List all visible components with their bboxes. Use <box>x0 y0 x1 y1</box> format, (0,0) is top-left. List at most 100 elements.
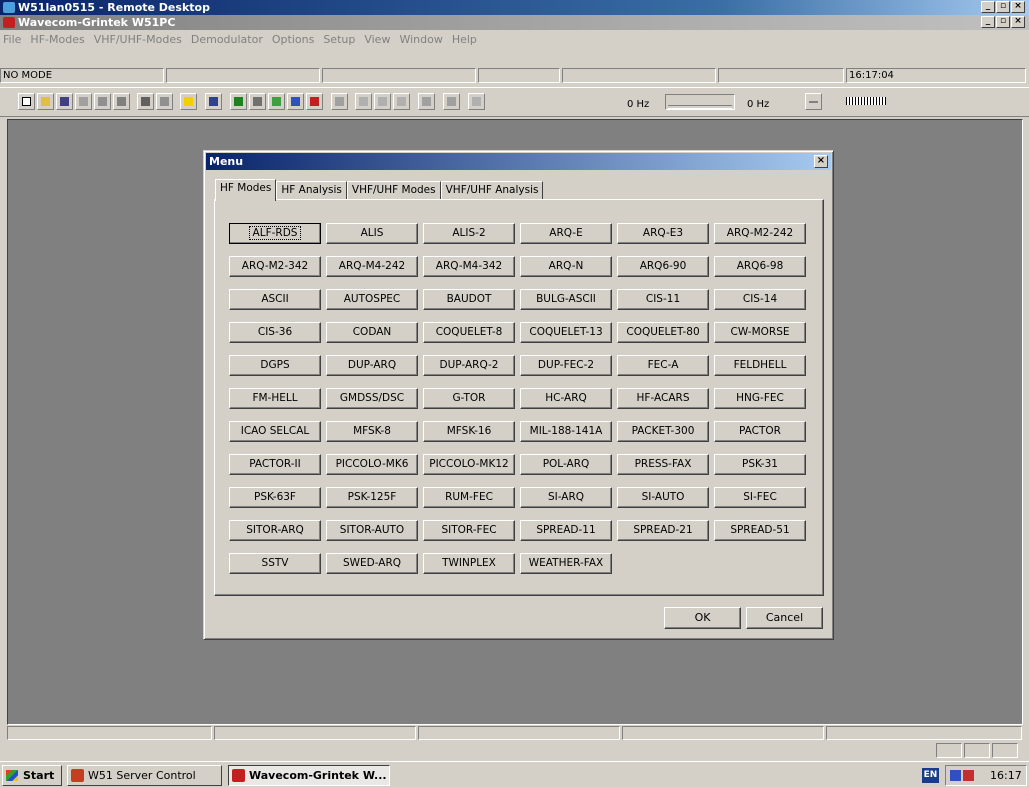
mode-button[interactable]: COQUELET-13 <box>520 322 612 343</box>
mode-button[interactable]: SWED-ARQ <box>326 553 418 574</box>
mode-button[interactable]: BAUDOT <box>423 289 515 310</box>
io-button[interactable] <box>249 93 266 110</box>
language-indicator[interactable]: EN <box>922 768 939 783</box>
mode-button[interactable]: ARQ-N <box>520 256 612 277</box>
mode-button[interactable]: CIS-14 <box>714 289 806 310</box>
minimize-icon[interactable]: _ <box>981 1 995 13</box>
mode-button[interactable]: BULG-ASCII <box>520 289 612 310</box>
tab-hf-analysis[interactable]: HF Analysis <box>276 181 347 200</box>
menu-demodulator[interactable]: Demodulator <box>191 33 263 46</box>
restore-icon[interactable]: ▫ <box>996 1 1010 13</box>
menu-help[interactable]: Help <box>452 33 477 46</box>
menu-options[interactable]: Options <box>272 33 314 46</box>
mode-button[interactable]: SPREAD-11 <box>520 520 612 541</box>
mode-button[interactable]: ARQ6-90 <box>617 256 709 277</box>
mode-button[interactable]: ARQ-M2-342 <box>229 256 321 277</box>
mode-button[interactable]: PACTOR-II <box>229 454 321 475</box>
tab-hf-modes[interactable]: HF Modes <box>215 179 277 201</box>
zoom-in-button[interactable] <box>374 93 391 110</box>
mode-button[interactable]: DUP-ARQ-2 <box>423 355 515 376</box>
mode-button[interactable]: DGPS <box>229 355 321 376</box>
mode-button[interactable]: POL-ARQ <box>520 454 612 475</box>
menu-view[interactable]: View <box>364 33 390 46</box>
mode-button[interactable]: PICCOLO-MK6 <box>326 454 418 475</box>
mode-button[interactable]: ARQ6-98 <box>714 256 806 277</box>
mode-button[interactable]: HC-ARQ <box>520 388 612 409</box>
dialog-close-icon[interactable]: × <box>814 155 828 168</box>
mode-button[interactable]: PACTOR <box>714 421 806 442</box>
mode-button[interactable]: MFSK-16 <box>423 421 515 442</box>
tool-button[interactable] <box>287 93 304 110</box>
mode-button[interactable]: ASCII <box>229 289 321 310</box>
mode-button[interactable]: FM-HELL <box>229 388 321 409</box>
save-button[interactable] <box>56 93 73 110</box>
display-button[interactable] <box>230 93 247 110</box>
ok-button[interactable]: OK <box>664 607 741 629</box>
mode-button[interactable]: ARQ-M4-242 <box>326 256 418 277</box>
mode-button[interactable]: SI-AUTO <box>617 487 709 508</box>
mode-button[interactable]: TWINPLEX <box>423 553 515 574</box>
print-button[interactable] <box>113 93 130 110</box>
menu-vhf-uhf-modes[interactable]: VHF/UHF-Modes <box>94 33 182 46</box>
waterfall-button[interactable] <box>355 93 372 110</box>
mode-button[interactable]: WEATHER-FAX <box>520 553 612 574</box>
help-button[interactable] <box>180 93 197 110</box>
marker-button[interactable] <box>418 93 435 110</box>
app-restore-icon[interactable]: ▫ <box>996 16 1010 28</box>
mode-button[interactable]: ALIS <box>326 223 418 244</box>
bars-button[interactable] <box>306 93 323 110</box>
mode-button[interactable]: SITOR-ARQ <box>229 520 321 541</box>
mode-button[interactable]: ARQ-M2-242 <box>714 223 806 244</box>
mode-button[interactable]: ICAO SELCAL <box>229 421 321 442</box>
menu-setup[interactable]: Setup <box>323 33 355 46</box>
close-icon[interactable]: × <box>1011 1 1025 13</box>
list-button[interactable] <box>205 93 222 110</box>
mode-button[interactable]: PICCOLO-MK12 <box>423 454 515 475</box>
replace-button[interactable] <box>156 93 173 110</box>
mode-button[interactable]: SITOR-FEC <box>423 520 515 541</box>
app-minimize-icon[interactable]: _ <box>981 16 995 28</box>
mode-button[interactable]: ALIS-2 <box>423 223 515 244</box>
frequency-slider[interactable] <box>665 94 735 110</box>
mode-button[interactable]: SSTV <box>229 553 321 574</box>
mode-button[interactable]: MFSK-8 <box>326 421 418 442</box>
app-close-icon[interactable]: × <box>1011 16 1025 28</box>
tab-vhf-uhf-modes[interactable]: VHF/UHF Modes <box>346 181 441 200</box>
mode-button[interactable]: HNG-FEC <box>714 388 806 409</box>
mode-button[interactable]: SPREAD-21 <box>617 520 709 541</box>
mode-button[interactable]: CIS-36 <box>229 322 321 343</box>
mode-button[interactable]: SITOR-AUTO <box>326 520 418 541</box>
network-icon[interactable] <box>950 770 961 781</box>
mode-button[interactable]: G-TOR <box>423 388 515 409</box>
pin-button[interactable] <box>805 93 822 110</box>
mode-button[interactable]: SPREAD-51 <box>714 520 806 541</box>
start-button[interactable]: Start <box>2 765 62 786</box>
chart-button[interactable] <box>331 93 348 110</box>
mode-button[interactable]: PACKET-300 <box>617 421 709 442</box>
mode-button[interactable]: SI-ARQ <box>520 487 612 508</box>
tab-vhf-uhf-analysis[interactable]: VHF/UHF Analysis <box>440 181 544 200</box>
clock[interactable]: 16:17 <box>990 766 1022 785</box>
mode-button[interactable]: AUTOSPEC <box>326 289 418 310</box>
mode-button[interactable]: FELDHELL <box>714 355 806 376</box>
mode-button[interactable]: CIS-11 <box>617 289 709 310</box>
mode-button[interactable]: FEC-A <box>617 355 709 376</box>
network-disconnected-icon[interactable] <box>963 770 974 781</box>
mode-button[interactable]: PSK-31 <box>714 454 806 475</box>
task-wavecom-grintek[interactable]: Wavecom-Grintek W... <box>228 765 390 786</box>
mode-button[interactable]: PRESS-FAX <box>617 454 709 475</box>
open-button[interactable] <box>37 93 54 110</box>
print-preview-button[interactable] <box>94 93 111 110</box>
mode-button[interactable]: ALF-RDS <box>229 223 321 244</box>
zoom-out-button[interactable] <box>393 93 410 110</box>
new-button[interactable] <box>18 93 35 110</box>
mode-button[interactable]: ARQ-M4-342 <box>423 256 515 277</box>
menu-file[interactable]: File <box>3 33 21 46</box>
mode-button[interactable]: DUP-ARQ <box>326 355 418 376</box>
cancel-button[interactable]: Cancel <box>746 607 823 629</box>
mode-button[interactable]: COQUELET-8 <box>423 322 515 343</box>
mode-button[interactable]: HF-ACARS <box>617 388 709 409</box>
copy-button[interactable] <box>75 93 92 110</box>
mode-button[interactable]: PSK-63F <box>229 487 321 508</box>
mode-button[interactable]: MIL-188-141A <box>520 421 612 442</box>
